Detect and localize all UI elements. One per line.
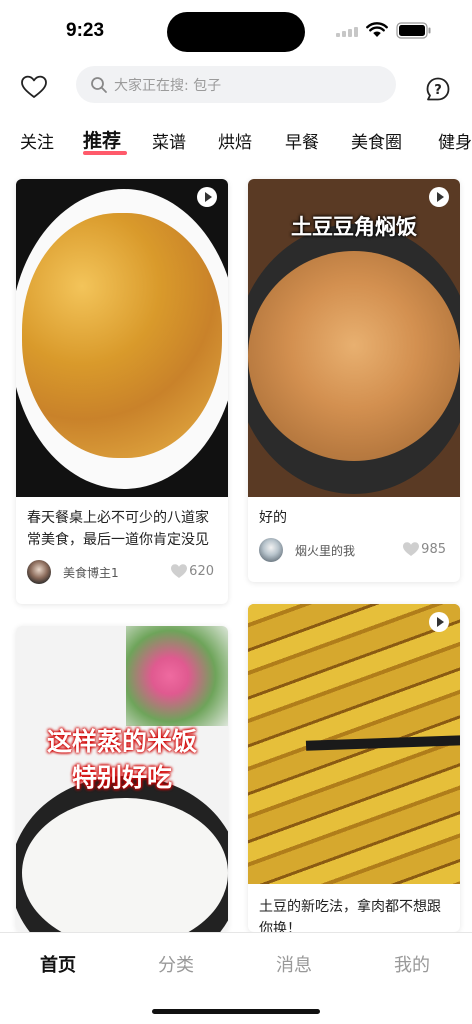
- tab-breakfast[interactable]: 早餐: [285, 128, 319, 153]
- dish-image: [248, 604, 460, 884]
- play-icon: [197, 187, 217, 207]
- card-title: 春天餐桌上必不可少的八道家 常美食，最后一道你肯定没见: [27, 510, 209, 548]
- tab-recommended[interactable]: 推荐: [83, 126, 121, 153]
- wifi-icon: [366, 22, 388, 37]
- image-caption: 特别好吃: [71, 763, 172, 792]
- feed-card[interactable]: 这样蒸的米饭 特别好吃: [16, 626, 228, 932]
- active-tab-indicator: [83, 151, 127, 155]
- author-name[interactable]: 美食博主1: [63, 564, 119, 581]
- tab-recipes[interactable]: 菜谱: [152, 128, 186, 153]
- like-count: 985: [421, 542, 446, 557]
- image-caption: 土豆豆角焖饭: [291, 215, 417, 239]
- card-title: 好的: [259, 510, 287, 526]
- dynamic-island: [167, 12, 305, 52]
- image-caption: 这样蒸的米饭: [46, 727, 197, 756]
- svg-text:?: ?: [434, 83, 442, 98]
- nav-profile[interactable]: 我的: [394, 951, 430, 977]
- tab-baking[interactable]: 烘焙: [218, 128, 252, 153]
- feed-card[interactable]: 土豆豆角焖饭 好的 烟火里的我 985: [248, 179, 460, 582]
- tab-following[interactable]: 关注: [20, 128, 54, 153]
- tab-food-circle[interactable]: 美食圈: [351, 128, 402, 153]
- nav-messages[interactable]: 消息: [276, 951, 312, 977]
- battery-icon: [396, 22, 431, 39]
- feed-card[interactable]: 春天餐桌上必不可少的八道家 常美食，最后一道你肯定没见 美食博主1 620: [16, 179, 228, 604]
- home-indicator: [152, 1009, 320, 1014]
- cellular-signal-icon: [336, 27, 362, 37]
- card-title: 土豆的新吃法，拿肉都不想跟 你换！: [259, 899, 441, 932]
- nav-home[interactable]: 首页: [40, 951, 76, 977]
- tab-fitness[interactable]: 健身: [438, 128, 472, 153]
- dish-image: 这样蒸的米饭 特别好吃: [16, 626, 228, 932]
- search-input[interactable]: 大家正在搜: 包子: [76, 66, 396, 103]
- status-time: 9:23: [66, 20, 105, 41]
- help-icon[interactable]: ?: [425, 76, 451, 102]
- play-icon: [429, 612, 449, 632]
- play-icon: [429, 187, 449, 207]
- card-meta: 美食博主1 620: [27, 560, 214, 586]
- nav-category[interactable]: 分类: [158, 951, 194, 977]
- like-heart-icon[interactable]: [402, 541, 420, 557]
- search-header: 大家正在搜: 包子 ?: [0, 64, 472, 106]
- author-name[interactable]: 烟火里的我: [295, 542, 355, 559]
- like-heart-icon[interactable]: [170, 563, 188, 579]
- feed-card[interactable]: 土豆的新吃法，拿肉都不想跟 你换！: [248, 604, 460, 932]
- search-placeholder: 大家正在搜: 包子: [114, 78, 222, 94]
- heart-icon[interactable]: [20, 74, 48, 100]
- dish-image: 土豆豆角焖饭: [248, 179, 460, 497]
- status-bar: 9:23: [0, 0, 472, 58]
- category-tabs: 关注 推荐 菜谱 烘焙 早餐 美食圈 健身: [0, 122, 472, 158]
- like-count: 620: [189, 564, 214, 579]
- card-meta: 烟火里的我 985: [259, 538, 446, 564]
- avatar[interactable]: [259, 538, 283, 562]
- dish-image: [16, 179, 228, 497]
- avatar[interactable]: [27, 560, 51, 584]
- search-icon: [91, 77, 107, 93]
